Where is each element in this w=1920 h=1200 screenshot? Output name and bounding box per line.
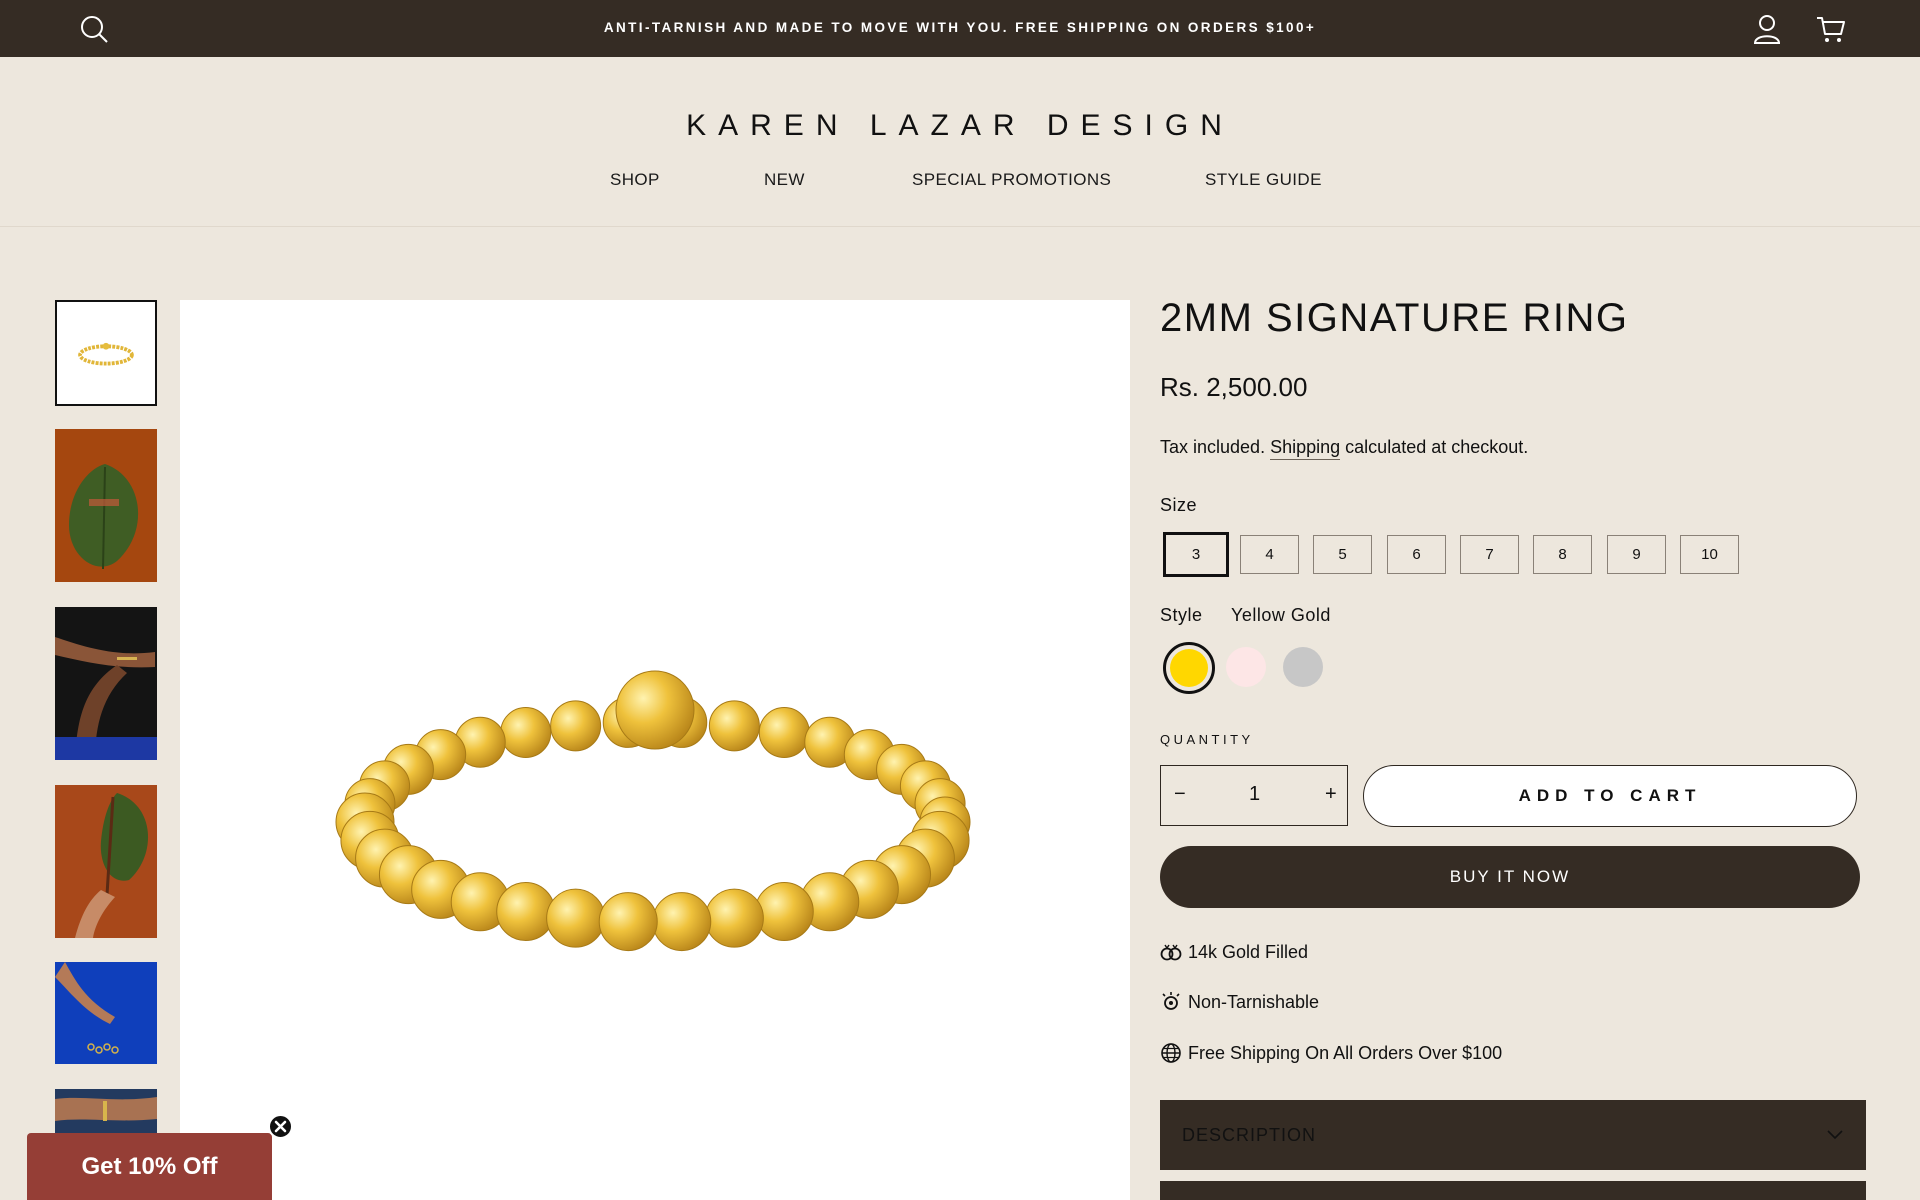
thumbnail-5[interactable]: [55, 962, 157, 1064]
sparkle-badge-icon: [1162, 992, 1180, 1010]
close-icon: [274, 1120, 287, 1133]
thumbnail-4[interactable]: [55, 785, 157, 938]
product-price: Rs. 2,500.00: [1160, 372, 1308, 402]
accordion-description[interactable]: DESCRIPTION: [1160, 1100, 1866, 1170]
ring-thumbnail-image: [78, 342, 134, 366]
tax-prefix: Tax included.: [1160, 437, 1266, 457]
main-product-image[interactable]: [180, 300, 1130, 1200]
hand-leaf-photo-image: [55, 785, 157, 938]
quantity-stepper: − 1 +: [1160, 765, 1348, 826]
nav-style-guide[interactable]: STYLE GUIDE: [1205, 170, 1322, 190]
gold-bead: [500, 706, 552, 758]
feature-label: 14k Gold Filled: [1188, 941, 1309, 962]
cart-icon[interactable]: [1815, 13, 1847, 45]
gold-center-bead: [615, 670, 695, 750]
nav-special-promotions[interactable]: SPECIAL PROMOTIONS: [912, 170, 1111, 190]
swatch-yellow-gold[interactable]: [1163, 642, 1215, 694]
size-option-3[interactable]: 3: [1163, 532, 1229, 577]
nav-new[interactable]: NEW: [764, 170, 805, 190]
size-label: Size: [1160, 495, 1198, 515]
size-option-4[interactable]: 4: [1240, 535, 1299, 574]
gold-bead: [546, 888, 606, 948]
quantity-input[interactable]: 1: [1249, 783, 1260, 806]
quantity-decrease-button[interactable]: −: [1174, 783, 1186, 806]
feature-label: Free Shipping On All Orders Over $100: [1188, 1042, 1503, 1063]
chevron-down-icon: [1827, 1130, 1843, 1140]
thumbnail-6[interactable]: [55, 1089, 157, 1134]
tax-note: Tax included. Shipping calculated at che…: [1160, 437, 1529, 460]
rings-icon: [1160, 944, 1182, 961]
quantity-label: QUANTITY: [1160, 732, 1254, 747]
hand-blue-photo-image: [55, 962, 157, 1064]
tax-suffix: calculated at checkout.: [1345, 437, 1529, 457]
buy-it-now-button[interactable]: BUY IT NOW: [1160, 846, 1860, 908]
thumbnail-2[interactable]: [55, 429, 157, 582]
site-header: KAREN LAZAR DESIGN SHOP NEW SPECIAL PROM…: [0, 57, 1920, 227]
model-arms-photo-image: [55, 607, 157, 760]
feature-non-tarnishable: Non-Tarnishable: [1160, 991, 1319, 1013]
gold-bead: [708, 700, 760, 752]
announcement-bar: ANTI-TARNISH AND MADE TO MOVE WITH YOU. …: [0, 0, 1920, 57]
ring-beads: [335, 670, 971, 952]
close-popup-button[interactable]: [268, 1114, 293, 1139]
quantity-increase-button[interactable]: +: [1325, 783, 1337, 806]
gold-bead: [598, 892, 658, 952]
discount-popup-button[interactable]: Get 10% Off: [27, 1133, 272, 1200]
size-option-5[interactable]: 5: [1313, 535, 1372, 574]
gold-bead: [758, 706, 810, 758]
gold-bead: [550, 700, 602, 752]
size-option-6[interactable]: 6: [1387, 535, 1446, 574]
feature-label: Non-Tarnishable: [1188, 991, 1320, 1012]
size-option-8[interactable]: 8: [1533, 535, 1592, 574]
shipping-link[interactable]: Shipping: [1270, 437, 1341, 460]
size-option-9[interactable]: 9: [1607, 535, 1666, 574]
thumbnail-3[interactable]: [55, 607, 157, 760]
accordion-title: DESCRIPTION: [1182, 1125, 1317, 1145]
globe-icon: [1161, 1043, 1181, 1063]
swatch-yellow-gold-fill: [1170, 649, 1208, 687]
site-logo[interactable]: KAREN LAZAR DESIGN: [0, 109, 1920, 143]
thumbnail-1[interactable]: [55, 300, 157, 406]
swatch-silver[interactable]: [1283, 647, 1323, 687]
gold-bead: [496, 882, 556, 942]
style-label: Style: [1160, 605, 1203, 625]
size-option-10[interactable]: 10: [1680, 535, 1739, 574]
size-option-7[interactable]: 7: [1460, 535, 1519, 574]
gold-bead: [704, 888, 764, 948]
feature-gold-filled: 14k Gold Filled: [1160, 941, 1308, 963]
feature-free-shipping: Free Shipping On All Orders Over $100: [1160, 1042, 1502, 1064]
gold-bead: [652, 892, 712, 952]
swatch-rose-gold[interactable]: [1226, 647, 1266, 687]
account-icon[interactable]: [1751, 13, 1783, 45]
announcement-text: ANTI-TARNISH AND MADE TO MOVE WITH YOU. …: [603, 20, 1317, 35]
wrist-photo-image: [55, 1089, 157, 1134]
gold-bead: [754, 882, 814, 942]
gold-bead-ring-image: [335, 670, 971, 952]
accordion-next[interactable]: [1160, 1181, 1866, 1200]
nav-shop[interactable]: SHOP: [610, 170, 660, 190]
style-value: Yellow Gold: [1231, 605, 1331, 625]
leaf-photo-image: [55, 429, 157, 582]
product-title: 2MM SIGNATURE RING: [1160, 296, 1629, 340]
add-to-cart-button[interactable]: ADD TO CART: [1363, 765, 1857, 827]
